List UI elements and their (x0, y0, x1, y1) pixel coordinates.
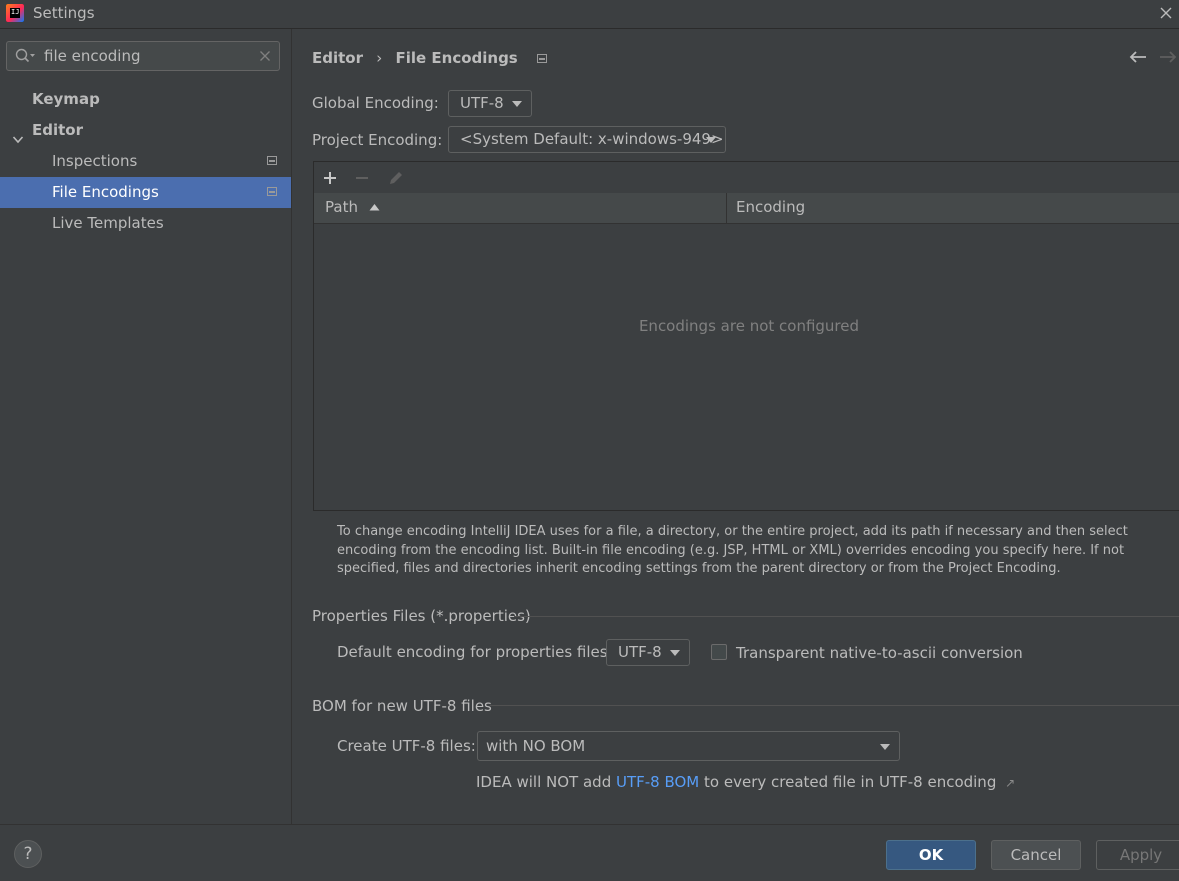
column-header-encoding[interactable]: Encoding (736, 198, 805, 216)
breadcrumb-editor[interactable]: Editor (312, 49, 363, 67)
column-header-label: Path (325, 198, 358, 216)
native-to-ascii-label[interactable]: Transparent native-to-ascii conversion (736, 644, 1023, 662)
sidebar-item-live-templates[interactable]: Live Templates (0, 208, 291, 239)
add-icon[interactable] (322, 170, 338, 190)
intellij-app-icon: IJ (6, 4, 24, 22)
sidebar-item-editor[interactable]: Editor (0, 115, 291, 146)
title-bar: IJ Settings (0, 0, 1179, 29)
bom-select[interactable]: with NO BOM (477, 731, 900, 761)
sidebar: file encoding Keymap Editor Inspections … (0, 29, 291, 824)
ok-button[interactable]: OK (886, 840, 976, 870)
sidebar-item-file-encodings[interactable]: File Encodings (0, 177, 291, 208)
bom-note-prefix: IDEA will NOT add (476, 773, 616, 791)
settings-content: Editor › File Encodings Global Encoding:… (292, 29, 1179, 824)
window-title: Settings (33, 4, 95, 22)
properties-default-label: Default encoding for properties files: (337, 643, 613, 661)
search-input[interactable]: file encoding (6, 41, 280, 71)
global-encoding-label: Global Encoding: (312, 94, 439, 112)
sidebar-item-label: Inspections (52, 152, 138, 170)
project-encoding-select[interactable]: <System Default: x-windows-949> (448, 126, 726, 153)
encoding-help-text: To change encoding IntelliJ IDEA uses fo… (337, 524, 1128, 576)
clear-search-icon[interactable] (259, 50, 271, 66)
column-divider[interactable] (726, 193, 727, 223)
section-divider (514, 616, 1179, 617)
sidebar-item-label: File Encodings (52, 183, 159, 201)
dropdown-arrow-icon (512, 101, 522, 107)
apply-button[interactable]: Apply (1096, 840, 1179, 870)
global-encoding-select[interactable]: UTF-8 (448, 90, 532, 117)
dialog-button-bar: ? OK Cancel Apply (0, 824, 1179, 881)
utf8-bom-link[interactable]: UTF-8 BOM (616, 773, 699, 791)
sort-ascending-icon (369, 204, 380, 211)
project-encoding-value: <System Default: x-windows-949> (460, 130, 724, 148)
back-arrow-icon[interactable] (1128, 49, 1148, 69)
breadcrumb: Editor › File Encodings (312, 49, 547, 67)
sidebar-item-label: Keymap (32, 90, 100, 108)
create-utf8-label: Create UTF-8 files: (337, 737, 476, 755)
dropdown-arrow-icon (880, 744, 890, 750)
edit-icon[interactable] (387, 169, 405, 191)
search-icon[interactable] (15, 48, 37, 68)
sidebar-item-inspections[interactable]: Inspections (0, 146, 291, 177)
dropdown-arrow-icon (670, 650, 680, 656)
bom-select-value: with NO BOM (486, 737, 586, 755)
breadcrumb-current: File Encodings (395, 49, 518, 67)
bom-note-suffix: to every created file in UTF-8 encoding (699, 773, 997, 791)
project-encoding-label: Project Encoding: (312, 131, 443, 149)
column-header-path[interactable]: Path (325, 198, 380, 216)
dropdown-arrow-icon (706, 137, 716, 143)
section-divider (490, 705, 1179, 706)
bom-note: IDEA will NOT add UTF-8 BOM to every cre… (476, 773, 1015, 791)
global-encoding-value: UTF-8 (460, 94, 504, 112)
table-toolbar (314, 162, 1179, 194)
table-empty-text: Encodings are not configured (638, 317, 860, 335)
properties-encoding-select[interactable]: UTF-8 (606, 639, 690, 666)
remove-icon[interactable] (354, 170, 370, 190)
project-level-icon (536, 54, 547, 63)
cancel-button[interactable]: Cancel (991, 840, 1081, 870)
project-level-icon (267, 156, 277, 165)
sidebar-item-label: Live Templates (52, 214, 164, 232)
close-icon[interactable] (1155, 2, 1177, 24)
properties-encoding-value: UTF-8 (618, 643, 662, 661)
project-level-icon (267, 187, 277, 196)
help-button[interactable]: ? (14, 840, 42, 868)
bom-section-title: BOM for new UTF-8 files (312, 697, 492, 715)
sidebar-item-keymap[interactable]: Keymap (0, 84, 291, 115)
external-link-icon: ↗ (1005, 776, 1016, 790)
search-value: file encoding (44, 47, 141, 65)
path-encoding-table: Path Encoding Encodings are not configur… (313, 161, 1179, 511)
sidebar-item-label: Editor (32, 121, 83, 139)
properties-section-title: Properties Files (*.properties) (312, 607, 531, 625)
breadcrumb-separator-icon: › (376, 49, 383, 67)
table-header: Path Encoding (314, 193, 1179, 224)
native-to-ascii-checkbox[interactable] (711, 644, 727, 660)
forward-arrow-icon[interactable] (1158, 49, 1178, 69)
